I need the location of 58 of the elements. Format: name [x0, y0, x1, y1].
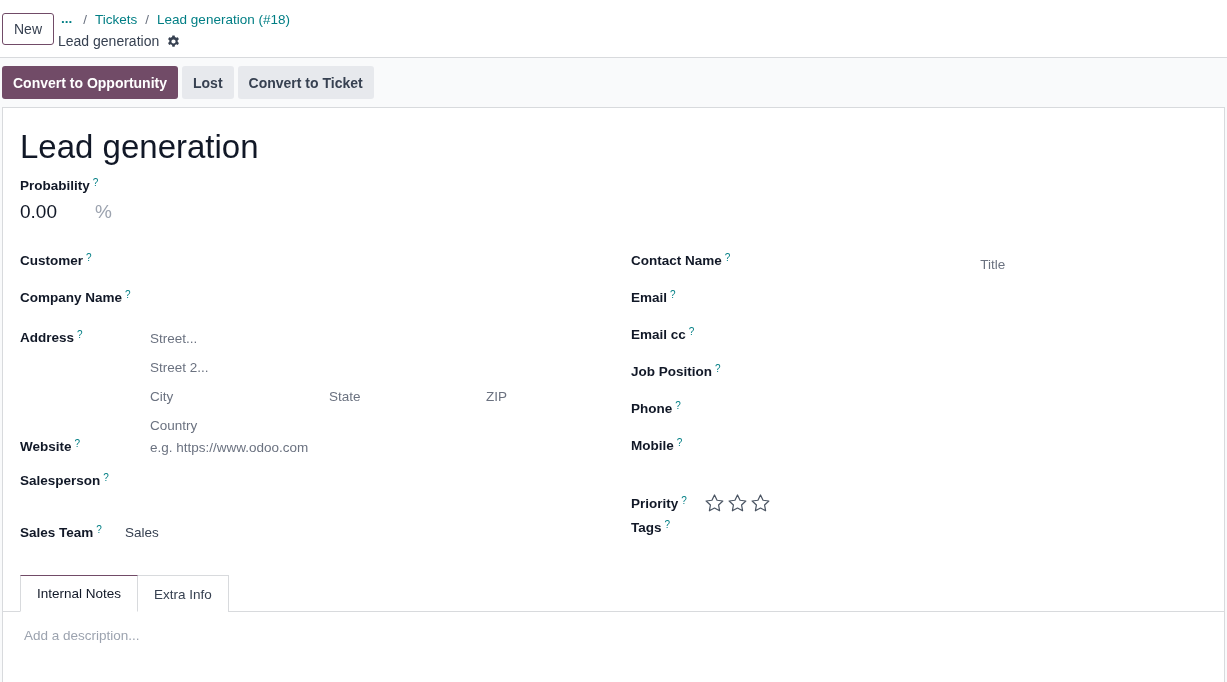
breadcrumb-separator: /	[145, 11, 150, 27]
field-label: Company Name	[20, 290, 123, 305]
help-mark[interactable]: ?	[74, 439, 81, 449]
help-mark[interactable]: ?	[688, 327, 695, 337]
title-input[interactable]: Title	[980, 253, 1181, 275]
help-mark[interactable]: ?	[86, 253, 92, 263]
help-mark[interactable]: ?	[681, 495, 687, 506]
action-button[interactable]: Convert to Opportunity	[2, 66, 178, 99]
tab[interactable]: Internal Notes	[20, 575, 139, 612]
new-button[interactable]: New	[2, 13, 54, 45]
help-mark[interactable]: ?	[715, 364, 721, 374]
percent-unit: %	[95, 201, 112, 223]
address-input[interactable]: Street...	[150, 327, 614, 349]
field-label: Phone	[631, 401, 673, 416]
breadcrumb-separator: /	[83, 11, 88, 27]
help-mark[interactable]: ?	[103, 473, 109, 483]
field-value[interactable]: Sales	[125, 524, 159, 540]
field-label: Email cc	[631, 327, 686, 342]
field-label: Probability	[20, 178, 90, 193]
field-label: Salesperson	[20, 473, 101, 488]
field-label: Job Position	[631, 364, 712, 379]
help-mark[interactable]: ?	[670, 290, 676, 300]
more-breadcrumbs-button[interactable]: ...	[58, 12, 76, 26]
field-label: Customer	[20, 253, 83, 268]
address-input[interactable]: State	[329, 385, 486, 407]
help-mark[interactable]: ?	[675, 401, 681, 411]
star-icon[interactable]	[751, 494, 770, 512]
field-label: Contact Name	[631, 253, 722, 268]
help-mark[interactable]: ?	[724, 253, 731, 263]
star-icon[interactable]	[705, 494, 724, 512]
help-mark[interactable]: ?	[77, 330, 83, 340]
field-label: Email	[631, 290, 668, 305]
action-button[interactable]: Lost	[182, 66, 234, 99]
address-input[interactable]: ZIP	[486, 385, 606, 407]
help-mark[interactable]: ?	[92, 178, 99, 188]
address-input[interactable]: Street 2...	[150, 356, 614, 378]
help-mark[interactable]: ?	[125, 290, 131, 300]
breadcrumb-link[interactable]: Tickets	[95, 11, 138, 27]
field-label: Mobile	[631, 438, 674, 453]
lead-title: Lead generation	[20, 128, 260, 166]
star-icon[interactable]	[728, 494, 747, 512]
record-name: Lead generation	[58, 33, 160, 49]
address-input[interactable]: Country	[150, 414, 614, 436]
probability-value[interactable]: 0.00	[20, 201, 57, 223]
field-label: Website	[20, 439, 72, 454]
gear-icon[interactable]	[167, 34, 181, 48]
address-input[interactable]: City	[150, 385, 329, 407]
help-mark[interactable]: ?	[664, 520, 671, 530]
tab[interactable]: Extra Info	[138, 575, 229, 612]
website-input[interactable]: e.g. https://www.odoo.com	[150, 436, 614, 458]
field-label: Address	[20, 330, 75, 345]
field-label: Sales Team	[20, 524, 94, 540]
field-label: Tags	[631, 520, 662, 535]
help-mark[interactable]: ?	[676, 438, 683, 448]
action-button[interactable]: Convert to Ticket	[237, 66, 374, 99]
field-label: Priority	[631, 495, 679, 511]
breadcrumb-link[interactable]: Lead generation (#18)	[157, 11, 290, 27]
help-mark[interactable]: ?	[96, 524, 102, 535]
